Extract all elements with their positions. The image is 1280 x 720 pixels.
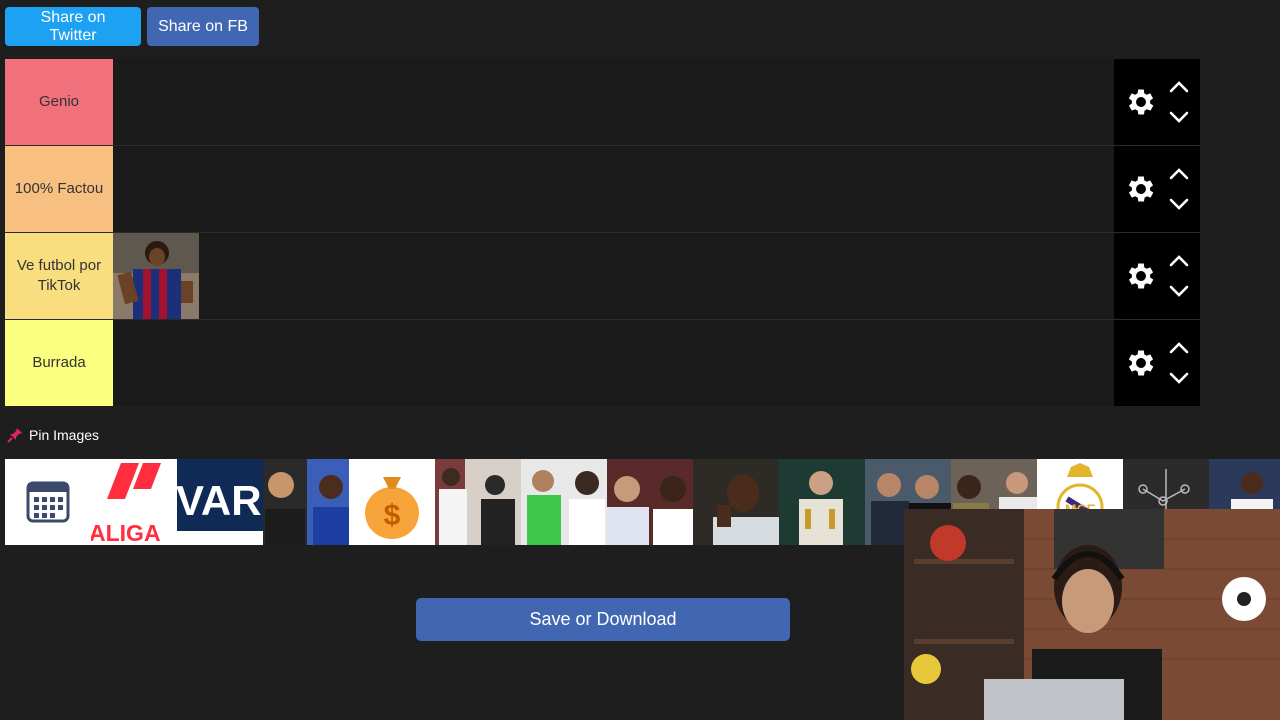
vinicius-image[interactable] [693,459,779,545]
tier-label-burrada[interactable]: Burrada [5,320,113,406]
tier-list: Genio 100% Factou Ve futbol por TikTok B… [5,59,1200,406]
webcam-overlay [904,509,1280,720]
var-logo-image[interactable]: VAR [177,459,263,545]
tier-row-burrada: Burrada [5,319,1200,406]
goalkeeper-image[interactable] [521,459,607,545]
calendar-image[interactable] [5,459,91,545]
laliga-logo-image[interactable]: ALIGA [91,459,177,545]
tier-row-factou: 100% Factou [5,145,1200,232]
handshake-image[interactable] [435,459,521,545]
var-text: VAR [177,477,262,524]
money-bag-image[interactable]: $ [349,459,435,545]
laliga-text: ALIGA [91,520,161,545]
tier-items-genio[interactable] [113,59,1114,145]
share-bar: Share on Twitter Share on FB [5,7,259,46]
maradona-mbappe-image[interactable] [263,459,349,545]
chevron-up-icon[interactable] [1168,79,1190,95]
tier-items-burrada[interactable] [113,320,1114,406]
pin-images-toggle[interactable]: Pin Images [7,427,99,443]
tier-items-tiktok[interactable] [113,233,1114,319]
chevron-up-icon[interactable] [1168,253,1190,269]
tier-controls [1114,59,1200,145]
player-image[interactable] [113,233,199,319]
tier-row-genio: Genio [5,59,1200,145]
move-arrows [1168,79,1190,125]
award-trophies-image[interactable] [779,459,865,545]
svg-text:$: $ [384,499,401,532]
chevron-down-icon[interactable] [1168,109,1190,125]
pin-icon [7,428,22,443]
gear-icon[interactable] [1124,85,1158,119]
gear-icon[interactable] [1124,172,1158,206]
coach-image[interactable] [607,459,693,545]
tier-controls [1114,233,1200,319]
move-arrows [1168,253,1190,299]
tier-label-tiktok[interactable]: Ve futbol por TikTok [5,233,113,319]
tier-controls [1114,320,1200,406]
tier-items-factou[interactable] [113,146,1114,232]
tier-label-factou[interactable]: 100% Factou [5,146,113,232]
move-arrows [1168,166,1190,212]
chevron-up-icon[interactable] [1168,340,1190,356]
tier-row-tiktok: Ve futbol por TikTok [5,232,1200,319]
pin-images-label: Pin Images [29,427,100,443]
share-fb-button[interactable]: Share on FB [147,7,259,46]
gear-icon[interactable] [1124,259,1158,293]
chevron-down-icon[interactable] [1168,196,1190,212]
chevron-down-icon[interactable] [1168,283,1190,299]
gear-icon[interactable] [1124,346,1158,380]
chevron-up-icon[interactable] [1168,166,1190,182]
chevron-down-icon[interactable] [1168,370,1190,386]
move-arrows [1168,340,1190,386]
save-download-button[interactable]: Save or Download [416,598,790,641]
tier-controls [1114,146,1200,232]
share-twitter-button[interactable]: Share on Twitter [5,7,141,46]
tier-label-genio[interactable]: Genio [5,59,113,145]
